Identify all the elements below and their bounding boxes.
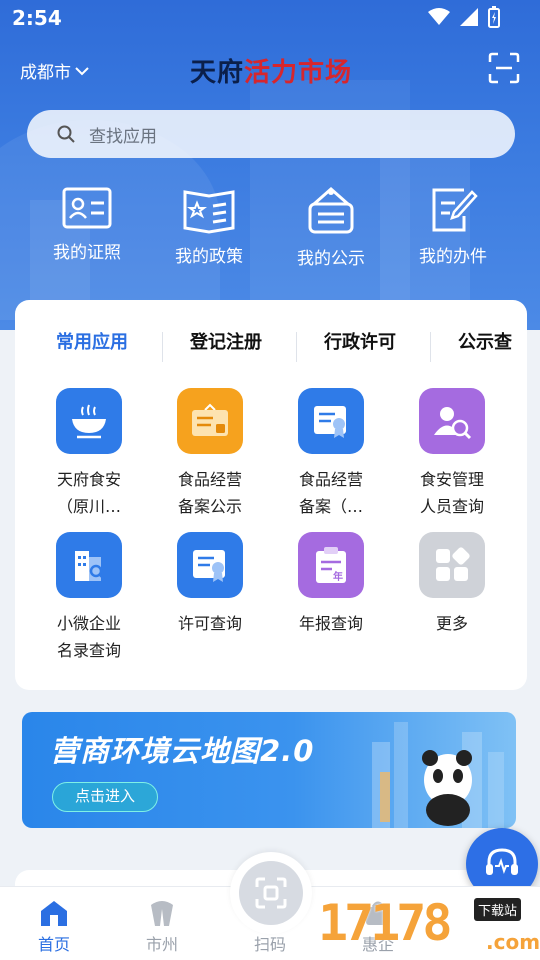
apps-card: 常用应用 登记注册 行政许可 公示查 天府食安 （原川… 食品经营备案公示 食品经… (15, 300, 527, 690)
logo-text-red: 活力市场 (244, 58, 353, 88)
app-label-line1: 食品经营 (177, 470, 242, 489)
tab-common-apps[interactable]: 常用应用 (56, 328, 128, 354)
nav-home[interactable]: 首页 (14, 899, 94, 955)
person-search-icon (419, 388, 485, 454)
app-food-record[interactable]: 食品经营备案（… (271, 388, 391, 520)
quick-my-license[interactable]: 我的证照 (32, 186, 142, 263)
nav-scan[interactable]: 扫码 (230, 931, 310, 955)
battery-icon (488, 6, 500, 28)
business-map-banner[interactable]: 营商环境云地图2.0 点击进入 (22, 712, 516, 828)
app-label-line2: 名录查询 (56, 641, 121, 660)
banner-title: 营商环境云地图2.0 (50, 734, 315, 768)
app-label-line1: 许可查询 (177, 614, 242, 633)
city-label: 成都市 (20, 63, 71, 83)
status-time: 2:54 (12, 6, 62, 30)
quick-actions: 我的证照 我的政策 我的公示 我的办件 (0, 186, 540, 276)
city-illustration (372, 722, 504, 828)
watermark-domain: .com (486, 930, 540, 954)
app-annual-report-query[interactable]: 年 年报查询 (271, 532, 391, 637)
app-logo: 天府活力市场 (190, 52, 352, 89)
tab-registration[interactable]: 登记注册 (190, 328, 262, 354)
app-label-line1: 小微企业 (56, 614, 121, 633)
scan-icon[interactable] (488, 52, 520, 84)
tab-public-query[interactable]: 公示查 (458, 328, 512, 354)
app-label-line1: 食品经营 (298, 470, 363, 489)
policy-book-icon (183, 190, 235, 234)
scan-icon (255, 877, 287, 909)
quick-label: 我的公示 (297, 249, 365, 269)
app-label-line2: 备案（… (298, 497, 363, 516)
signal-icon (460, 8, 478, 26)
city-icon (151, 901, 173, 926)
quick-my-notice[interactable]: 我的公示 (276, 186, 386, 269)
quick-my-cases[interactable]: 我的办件 (398, 186, 508, 267)
app-small-business-query[interactable]: 小微企业 名录查询 (29, 532, 149, 664)
nav-label: 首页 (37, 935, 70, 954)
app-label-line2: （原川… (56, 497, 121, 516)
app-label-line1: 食安管理 (419, 470, 484, 489)
quick-my-policy[interactable]: 我的政策 (154, 186, 264, 267)
app-more[interactable]: 更多 (392, 532, 512, 637)
building-search-icon (56, 532, 122, 598)
notice-board-icon (308, 186, 354, 234)
app-tabs: 常用应用 登记注册 行政许可 公示查 (15, 328, 527, 364)
quick-label: 我的证照 (53, 243, 121, 263)
app-label-line2: 备案公示 (177, 497, 242, 516)
watermark-digits: 17178 (318, 894, 453, 952)
edit-document-icon (432, 188, 478, 232)
tab-admin-license[interactable]: 行政许可 (324, 328, 396, 354)
city-selector[interactable]: 成都市 (20, 58, 89, 83)
annual-report-icon: 年 (298, 532, 364, 598)
app-label-line2: 人员查询 (419, 497, 484, 516)
more-apps-icon (419, 532, 485, 598)
food-bowl-icon (56, 388, 122, 454)
certificate-icon (298, 388, 364, 454)
quick-label: 我的政策 (175, 247, 243, 267)
app-label-line1: 天府食安 (56, 470, 121, 489)
chevron-down-icon (75, 66, 89, 75)
watermark: 17178 下载站 .com (316, 894, 540, 960)
app-food-safety-staff-query[interactable]: 食安管理 人员查询 (392, 388, 512, 520)
search-input[interactable]: 查找应用 (27, 110, 515, 158)
search-placeholder: 查找应用 (89, 126, 157, 147)
app-label-line1: 更多 (435, 614, 468, 633)
svg-text:年: 年 (333, 570, 343, 583)
banner-enter-button[interactable]: 点击进入 (52, 782, 158, 812)
app-license-query[interactable]: 许可查询 (150, 532, 270, 637)
nav-city[interactable]: 市州 (122, 899, 202, 955)
wifi-icon (428, 8, 450, 25)
status-bar: 2:54 (0, 0, 540, 36)
nav-label: 市州 (145, 935, 178, 954)
certificate-board-icon (177, 388, 243, 454)
home-icon (41, 901, 67, 926)
quick-label: 我的办件 (419, 247, 487, 267)
nav-label: 扫码 (253, 935, 286, 954)
watermark-tag: 下载站 (474, 898, 522, 921)
license-icon (177, 532, 243, 598)
app-label-line1: 年报查询 (298, 614, 363, 633)
app-tianfu-food-safety[interactable]: 天府食安 （原川… (29, 388, 149, 520)
scan-fab[interactable] (230, 852, 312, 934)
search-icon (57, 125, 75, 143)
app-food-record-publicity[interactable]: 食品经营 备案公示 (150, 388, 270, 520)
top-bar: 成都市 天府活力市场 (0, 46, 540, 92)
headset-icon (486, 848, 518, 875)
logo-text-black: 天府 (190, 58, 245, 88)
id-card-icon (62, 187, 112, 229)
